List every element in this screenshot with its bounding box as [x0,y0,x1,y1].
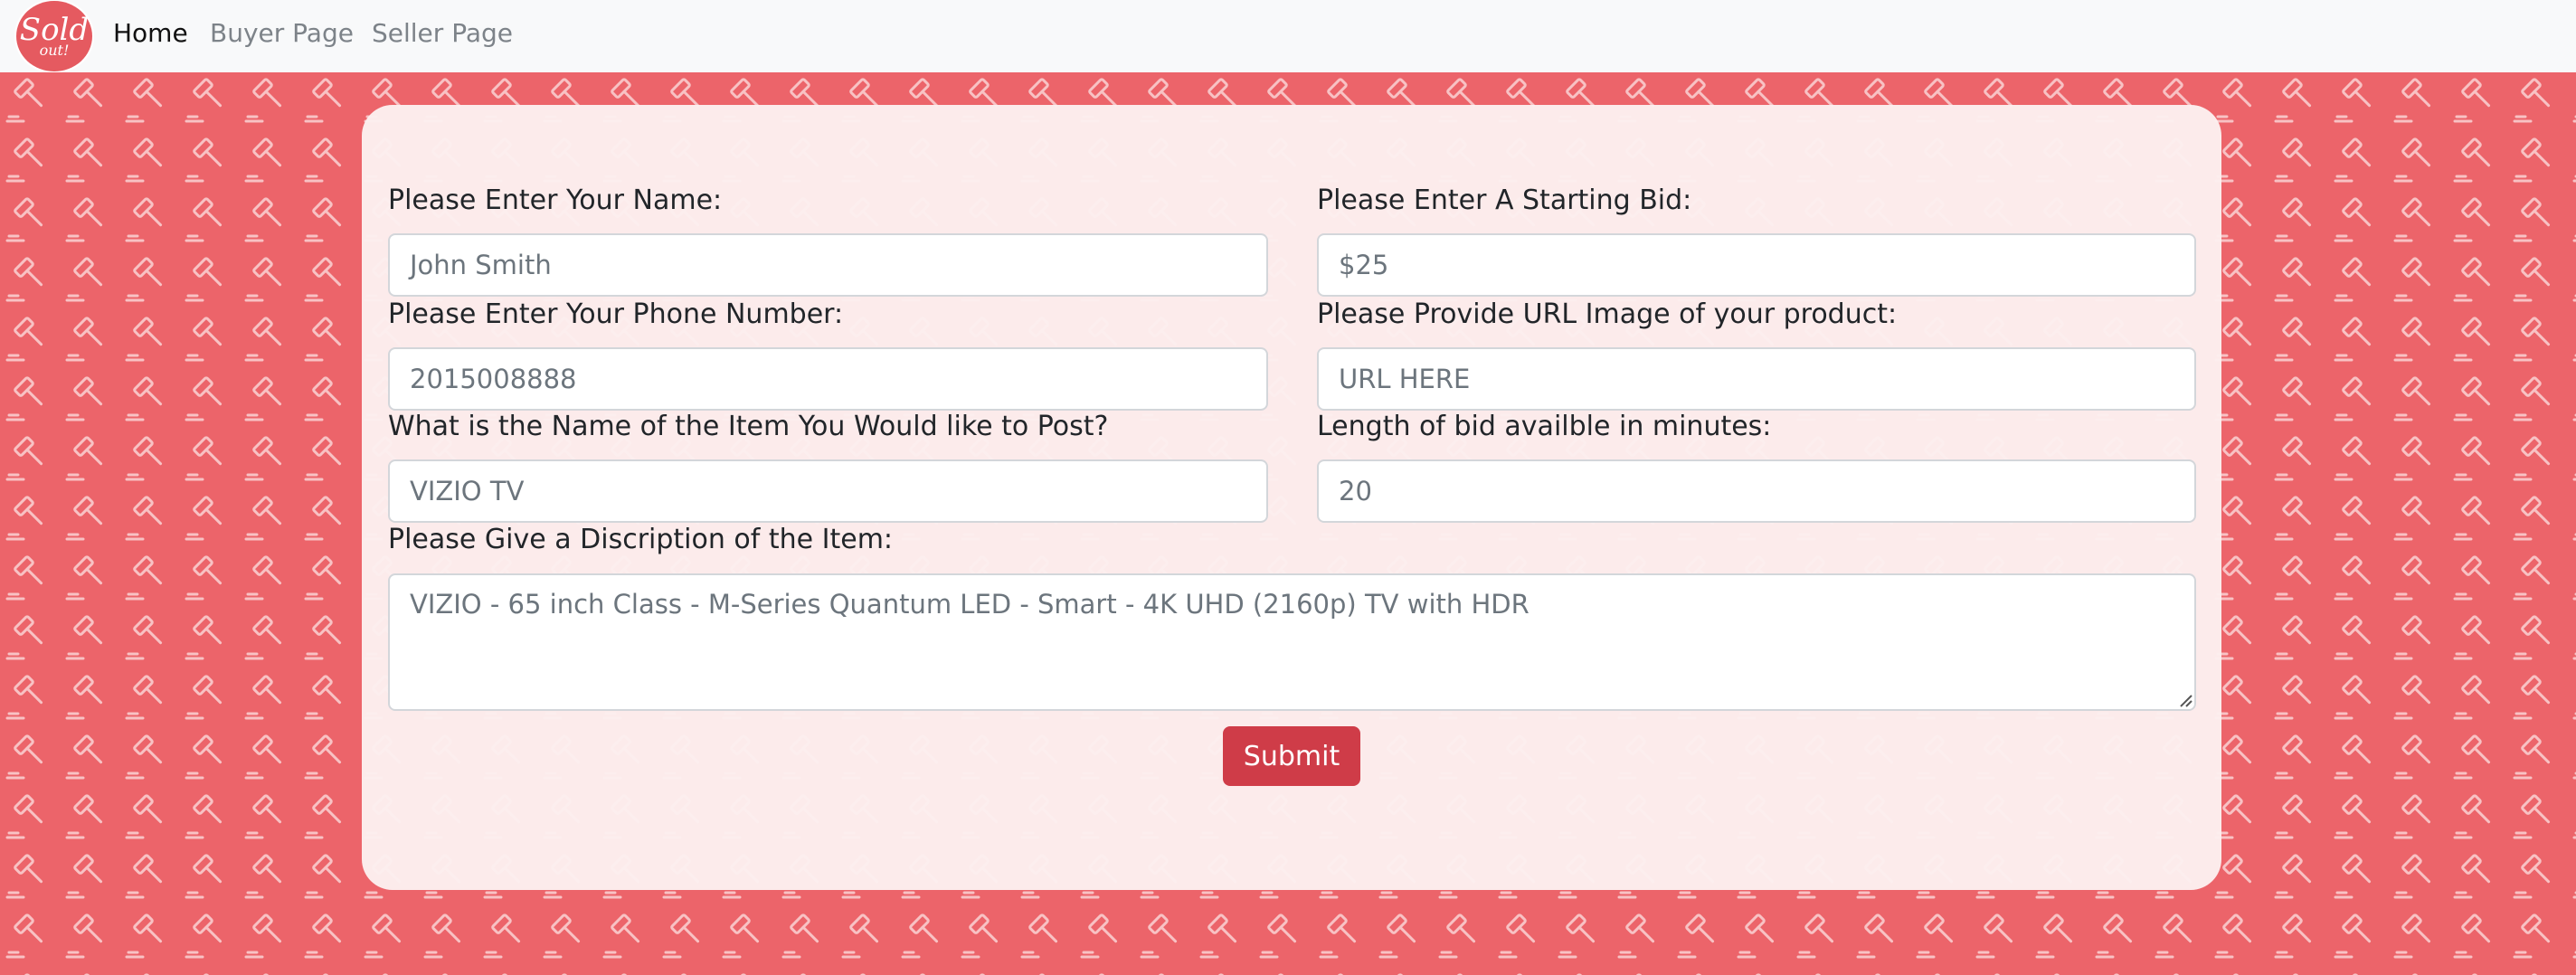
logo-text: Sold [19,12,90,48]
description-textarea[interactable]: VIZIO - 65 inch Class - M-Series Quantum… [388,573,2196,711]
nav-buyer-page-link[interactable]: Buyer Page [210,18,354,49]
name-input[interactable]: John Smith [388,233,1268,297]
bid-length-input[interactable]: 20 [1317,459,2196,523]
nav-home-link[interactable]: Home [113,18,188,49]
phone-input[interactable]: 2015008888 [388,347,1268,411]
sold-out-logo[interactable]: Sold out! [14,0,94,72]
image-url-label: Please Provide URL Image of your product… [1317,298,1898,330]
bid-length-label: Length of bid availble in minutes: [1317,411,1772,442]
resize-grip-icon[interactable] [2178,693,2192,707]
top-navbar: Sold out! Home Buyer Page Seller Page [0,0,2576,72]
logo-badge: Sold out! [16,1,92,71]
item-name-input[interactable]: VIZIO TV [388,459,1268,523]
submit-button[interactable]: Submit [1223,726,1360,786]
item-name-label: What is the Name of the Item You Would l… [388,411,1109,442]
starting-bid-label: Please Enter A Starting Bid: [1317,185,1692,216]
logo-subtext: out! [39,42,70,59]
description-placeholder: VIZIO - 65 inch Class - M-Series Quantum… [410,589,1530,620]
description-label: Please Give a Discription of the Item: [388,524,894,555]
name-label: Please Enter Your Name: [388,185,723,216]
nav-seller-page-link[interactable]: Seller Page [372,18,513,49]
phone-label: Please Enter Your Phone Number: [388,298,844,330]
starting-bid-input[interactable]: $25 [1317,233,2196,297]
image-url-input[interactable]: URL HERE [1317,347,2196,411]
